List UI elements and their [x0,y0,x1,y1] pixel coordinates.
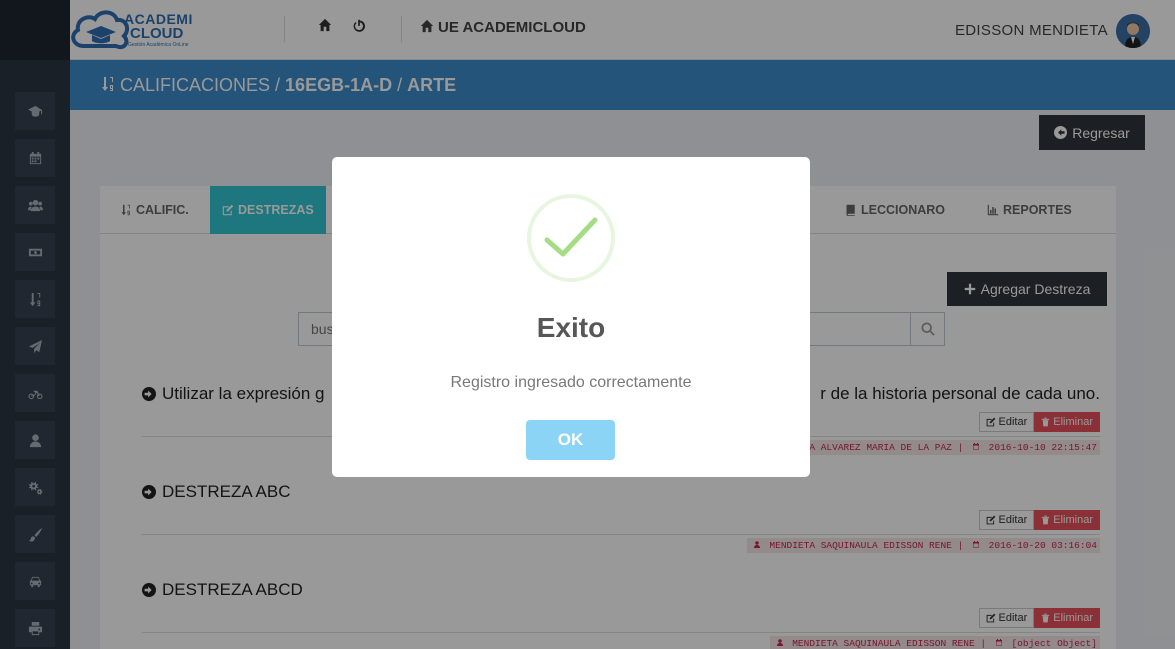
dialog-title: Exito [536,312,606,343]
ok-button[interactable]: OK [526,420,615,460]
success-check-icon [527,194,615,282]
dialog-message: Registro ingresado correctamente [450,374,692,391]
success-dialog: Exito Registro ingresado correctamente O… [332,157,810,477]
